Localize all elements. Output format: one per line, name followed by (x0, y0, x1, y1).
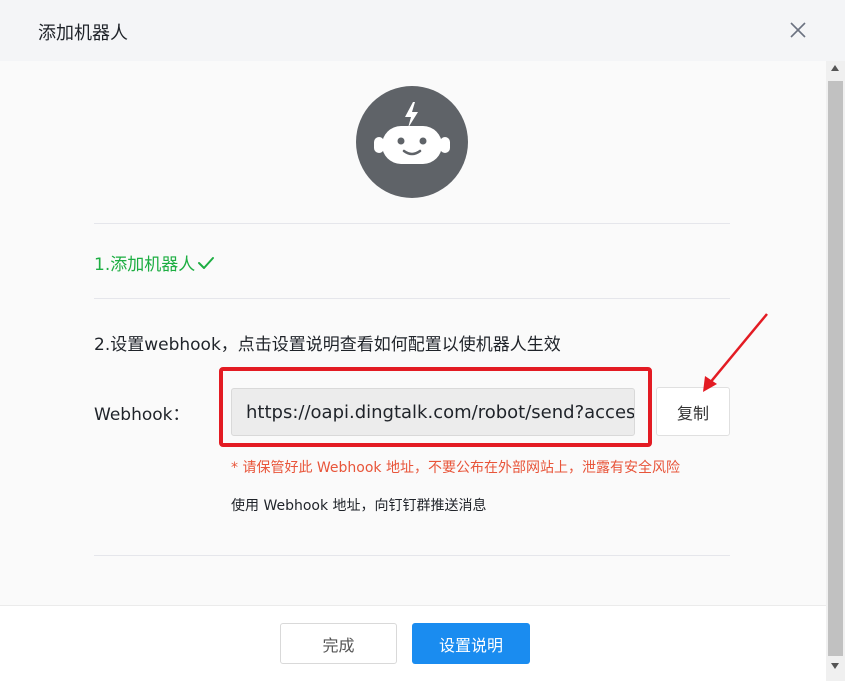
step1: 1.添加机器人 (94, 250, 215, 275)
checkmark-icon (198, 256, 215, 269)
annotation-arrow-icon (703, 313, 768, 392)
scroll-up-arrow-icon[interactable] (831, 65, 839, 71)
security-warning: * 请保管好此 Webhook 地址，不要公布在外部网站上，泄露有安全风险 (231, 460, 680, 476)
divider (94, 223, 730, 224)
dialog-title: 添加机器人 (38, 23, 128, 44)
add-robot-dialog: 添加机器人 1.添加机器人 2.设置webhook，点击设置说明查看如何配置以使… (0, 0, 845, 681)
setup-guide-button[interactable]: 设置说明 (412, 623, 530, 664)
step2-label: 2.设置webhook，点击设置说明查看如何配置以使机器人生效 (94, 335, 561, 355)
scroll-down-arrow-icon[interactable] (831, 663, 839, 669)
divider (94, 555, 730, 556)
webhook-usage-hint: 使用 Webhook 地址，向钉钉群推送消息 (231, 498, 487, 514)
scrollbar[interactable] (826, 61, 845, 681)
dialog-header: 添加机器人 (0, 0, 845, 61)
done-button[interactable]: 完成 (280, 623, 397, 664)
webhook-label: Webhook： (94, 405, 190, 425)
copy-button[interactable]: 复制 (656, 387, 730, 436)
dialog-body: 1.添加机器人 2.设置webhook，点击设置说明查看如何配置以使机器人生效 … (0, 61, 826, 605)
divider (94, 298, 730, 299)
webhook-url-input[interactable] (231, 388, 635, 436)
step1-label: 1.添加机器人 (94, 255, 196, 275)
dialog-footer: 完成 设置说明 (0, 605, 826, 681)
robot-icon (356, 86, 468, 198)
scrollbar-thumb[interactable] (828, 81, 843, 656)
close-icon[interactable] (786, 18, 810, 42)
